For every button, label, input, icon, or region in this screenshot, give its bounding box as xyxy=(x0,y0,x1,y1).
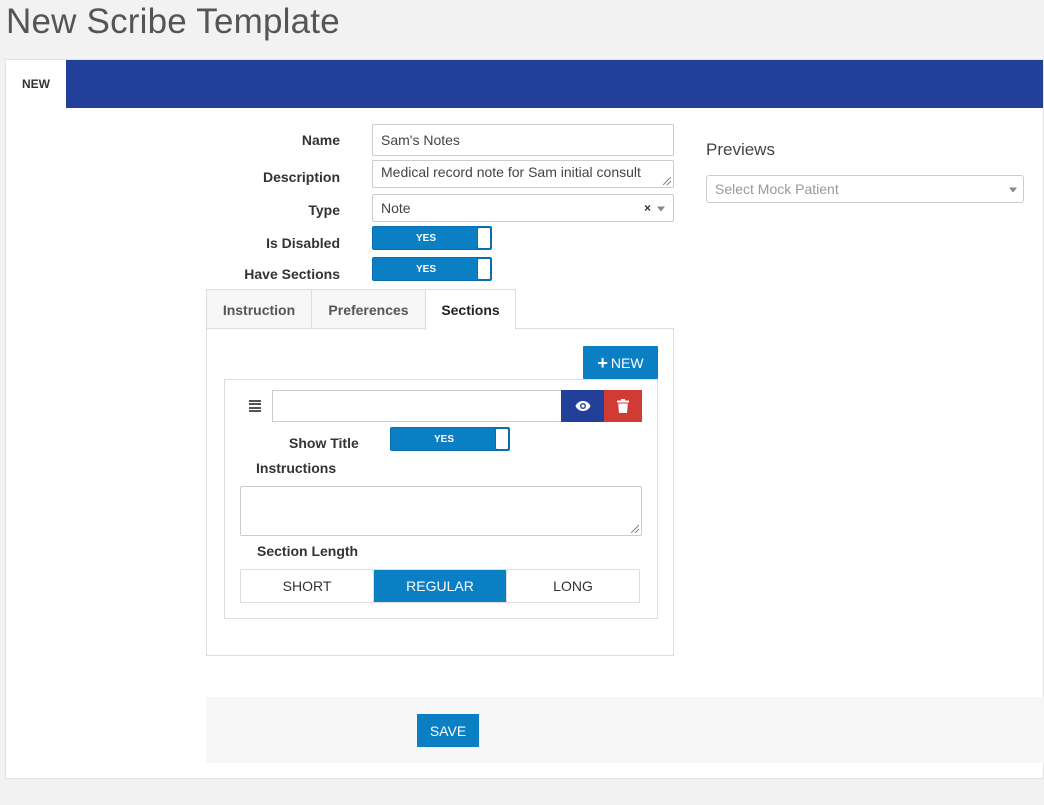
type-label: Type xyxy=(308,202,340,218)
preview-section-button[interactable] xyxy=(561,390,604,422)
add-section-button[interactable]: + NEW xyxy=(583,346,658,379)
length-long-option[interactable]: LONG xyxy=(507,570,639,602)
section-length-label: Section Length xyxy=(257,543,359,559)
trash-icon xyxy=(617,399,629,413)
tab-instruction[interactable]: Instruction xyxy=(206,289,312,329)
tab-new[interactable]: NEW xyxy=(6,60,66,108)
section-title-input[interactable] xyxy=(272,390,562,422)
form-footer: SAVE xyxy=(206,697,1044,763)
sections-panel: + NEW Show Title YES Instructions Sectio… xyxy=(206,328,674,656)
toggle-knob xyxy=(495,428,509,450)
page-title: New Scribe Template xyxy=(6,2,340,41)
drag-handle-icon[interactable] xyxy=(249,400,261,412)
chevron-down-icon[interactable] xyxy=(657,206,665,212)
tab-bar: NEW xyxy=(6,60,1043,108)
description-value: Medical record note for Sam initial cons… xyxy=(381,164,641,180)
resize-grip-icon[interactable] xyxy=(663,177,671,185)
type-value: Note xyxy=(381,200,411,216)
is-disabled-toggle[interactable]: YES xyxy=(372,226,492,250)
delete-section-button[interactable] xyxy=(604,390,642,422)
resize-grip-icon[interactable] xyxy=(631,525,639,533)
section-card: Show Title YES Instructions Section Leng… xyxy=(224,379,658,619)
eye-icon xyxy=(575,401,590,411)
show-title-label: Show Title xyxy=(289,435,359,451)
have-sections-label: Have Sections xyxy=(244,266,340,282)
toggle-knob xyxy=(477,258,491,280)
description-textarea[interactable]: Medical record note for Sam initial cons… xyxy=(372,160,674,188)
name-input[interactable]: Sam's Notes xyxy=(372,124,674,156)
mock-patient-select[interactable]: Select Mock Patient xyxy=(706,175,1024,203)
toggle-knob xyxy=(477,227,491,249)
mock-patient-placeholder: Select Mock Patient xyxy=(715,181,839,197)
instructions-textarea[interactable] xyxy=(240,486,642,536)
type-select[interactable]: Note × xyxy=(372,194,674,222)
is-disabled-label: Is Disabled xyxy=(266,235,340,251)
name-label: Name xyxy=(301,132,340,148)
main-panel: NEW Name Sam's Notes Description Medical… xyxy=(5,59,1044,779)
previews-title: Previews xyxy=(706,140,775,159)
tab-sections[interactable]: Sections xyxy=(425,289,516,330)
add-section-label: NEW xyxy=(610,354,644,371)
show-title-toggle[interactable]: YES xyxy=(390,427,510,451)
have-sections-toggle[interactable]: YES xyxy=(372,257,492,281)
description-label: Description xyxy=(262,169,340,185)
chevron-down-icon[interactable] xyxy=(1009,187,1017,193)
is-disabled-toggle-label: YES xyxy=(415,232,436,244)
length-short-option[interactable]: SHORT xyxy=(241,570,374,602)
name-input-value: Sam's Notes xyxy=(381,132,460,148)
plus-icon: + xyxy=(597,352,608,373)
show-title-toggle-label: YES xyxy=(433,433,454,445)
section-length-selector: SHORT REGULAR LONG xyxy=(240,569,640,603)
save-button[interactable]: SAVE xyxy=(417,714,479,747)
clear-icon[interactable]: × xyxy=(644,201,651,215)
tab-preferences[interactable]: Preferences xyxy=(311,289,426,329)
have-sections-toggle-label: YES xyxy=(415,263,436,275)
instructions-label: Instructions xyxy=(256,460,337,476)
length-regular-option[interactable]: REGULAR xyxy=(374,570,507,602)
